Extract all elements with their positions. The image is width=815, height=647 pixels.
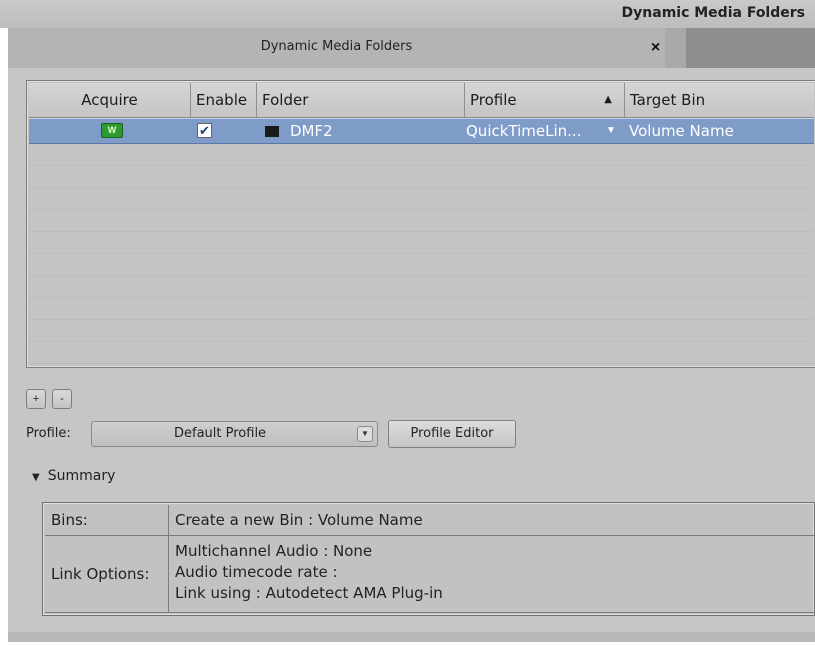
profile-label: Profile: xyxy=(26,426,71,441)
profile-dropdown-icon[interactable]: ▼ xyxy=(606,119,616,143)
summary-panel: Bins: Create a new Bin : Volume Name Lin… xyxy=(42,502,815,616)
column-header-target-bin[interactable]: Target Bin xyxy=(625,83,814,117)
dynamic-media-folders-window: Dynamic Media Folders × Acquire Enable F… xyxy=(8,28,815,642)
column-header-folder[interactable]: Folder xyxy=(257,83,465,117)
column-header-profile[interactable]: Profile ▲ xyxy=(465,83,625,117)
table-row[interactable]: W ✔ DMF2 QuickTimeLin... ▼ Volume Name xyxy=(29,118,814,144)
profile-editor-button[interactable]: Profile Editor xyxy=(388,420,516,448)
summary-value-link-using: Link using : Autodetect AMA Plug-in xyxy=(175,584,443,602)
folder-name: DMF2 xyxy=(290,122,333,140)
profile-select[interactable]: Default Profile ▼ xyxy=(91,421,378,447)
table-header: Acquire Enable Folder Profile ▲ Target B… xyxy=(29,83,814,118)
folders-table: Acquire Enable Folder Profile ▲ Target B… xyxy=(26,80,815,368)
app-titlebar: Dynamic Media Folders xyxy=(0,0,815,28)
tab-bar: Dynamic Media Folders × xyxy=(8,28,815,68)
folder-icon xyxy=(265,126,279,137)
column-header-acquire[interactable]: Acquire xyxy=(29,83,191,117)
profile-value[interactable]: QuickTimeLin... xyxy=(466,119,581,143)
disclosure-triangle-icon[interactable]: ▼ xyxy=(32,472,40,483)
close-icon[interactable]: × xyxy=(628,28,683,68)
table-empty-area xyxy=(29,144,814,365)
app-title: Dynamic Media Folders xyxy=(621,5,805,21)
tab-bar-empty-area xyxy=(686,28,815,68)
window-bottom-edge xyxy=(8,632,815,642)
sort-ascending-icon: ▲ xyxy=(604,94,612,105)
summary-title: Summary xyxy=(47,468,116,484)
remove-folder-button[interactable]: - xyxy=(52,389,72,409)
column-header-profile-label: Profile xyxy=(470,91,517,109)
summary-toggle[interactable]: ▼ Summary xyxy=(32,468,115,484)
summary-value-multichannel-audio: Multichannel Audio : None xyxy=(175,542,373,560)
acquire-icon[interactable]: W xyxy=(101,123,123,138)
profile-select-value: Default Profile xyxy=(174,426,267,441)
chevron-down-icon[interactable]: ▼ xyxy=(357,426,373,442)
summary-row-link-options: Link Options: Multichannel Audio : None … xyxy=(45,536,814,613)
summary-key-bins: Bins: xyxy=(45,505,169,535)
summary-row-bins: Bins: Create a new Bin : Volume Name xyxy=(45,505,814,536)
add-folder-button[interactable]: + xyxy=(26,389,46,409)
target-bin-value: Volume Name xyxy=(629,122,734,140)
tab-dynamic-media-folders[interactable]: Dynamic Media Folders xyxy=(8,28,665,68)
summary-value-bins: Create a new Bin : Volume Name xyxy=(175,511,423,529)
column-header-enable[interactable]: Enable xyxy=(191,83,257,117)
summary-key-link-options: Link Options: xyxy=(45,536,169,612)
summary-value-audio-timecode-rate: Audio timecode rate : xyxy=(175,563,338,581)
enable-checkbox[interactable]: ✔ xyxy=(197,123,212,138)
